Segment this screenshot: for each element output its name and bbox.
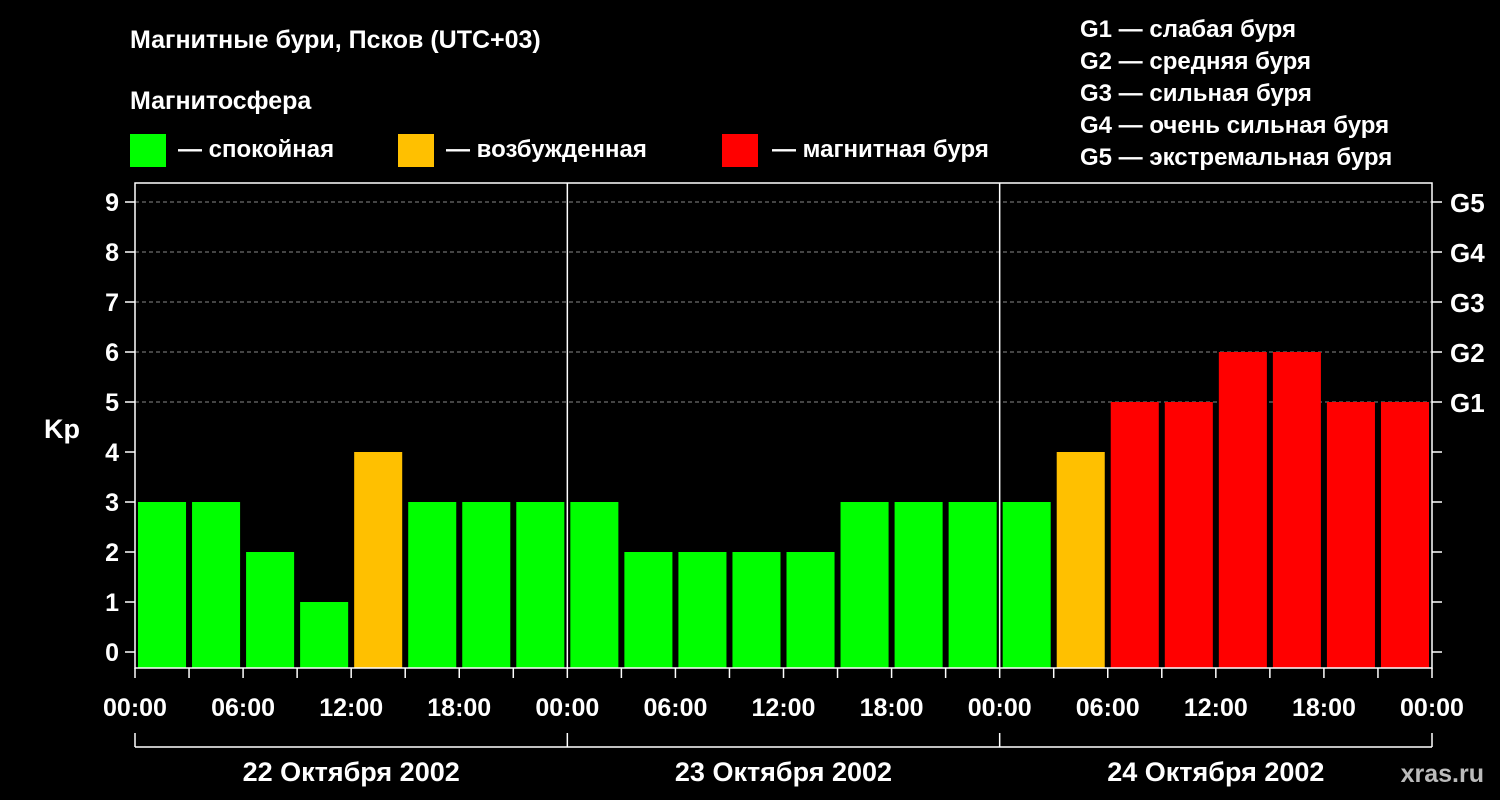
x-tick-label-11: 12:00	[1184, 694, 1248, 722]
x-tick-label-1: 00:00	[103, 694, 167, 722]
y-tick-label-4: 4	[105, 439, 119, 467]
g-tick-label-3: G3	[1450, 288, 1485, 318]
bar-15	[894, 502, 943, 668]
bar-5	[354, 452, 403, 668]
bar-20	[1164, 402, 1213, 668]
y-tick-label-8: 8	[105, 239, 119, 267]
x-tick-label-5: 00:00	[535, 694, 599, 722]
x-tick-label-2: 06:00	[211, 694, 275, 722]
g-tick-label-5: G5	[1450, 188, 1485, 218]
y-tick-label-3: 3	[105, 489, 119, 517]
bar-21	[1218, 352, 1267, 668]
y-tick-label-5: 5	[105, 389, 119, 417]
bar-18	[1056, 452, 1105, 668]
x-tick-label-9: 00:00	[968, 694, 1032, 722]
bar-1	[138, 502, 187, 668]
day-label-3: 24 Октября 2002	[1107, 757, 1324, 787]
bar-10	[624, 552, 673, 668]
bar-16	[948, 502, 997, 668]
watermark: xras.ru	[1401, 760, 1484, 788]
bar-14	[840, 502, 889, 668]
y-tick-label-0: 0	[105, 639, 119, 667]
y-tick-label-2: 2	[105, 539, 119, 567]
y-tick-label-6: 6	[105, 339, 119, 367]
x-tick-label-7: 12:00	[752, 694, 816, 722]
x-tick-label-10: 06:00	[1076, 694, 1140, 722]
bar-13	[786, 552, 835, 668]
day-label-2: 23 Октября 2002	[675, 757, 892, 787]
g-tick-label-1: G1	[1450, 388, 1485, 418]
y-axis-label: Kp	[44, 414, 80, 444]
y-tick-label-1: 1	[105, 589, 119, 617]
x-tick-label-4: 18:00	[427, 694, 491, 722]
bar-12	[732, 552, 781, 668]
bar-17	[1002, 502, 1051, 668]
kp-bar-chart: 0 1 2 3 4 5 6 7 8 9 G1 G2 G3 G4 G5 00:00 06:00 12:00 18:00…	[44, 182, 1485, 788]
bar-2	[192, 502, 241, 668]
bar-19	[1110, 402, 1159, 668]
bar-8	[516, 502, 565, 668]
x-tick-label-8: 18:00	[860, 694, 924, 722]
x-tick-label-6: 06:00	[643, 694, 707, 722]
bar-6	[408, 502, 457, 668]
g-tick-label-4: G4	[1450, 238, 1485, 268]
bar-3	[246, 552, 295, 668]
bar-7	[462, 502, 511, 668]
x-tick-label-12: 18:00	[1292, 694, 1356, 722]
y-tick-label-9: 9	[105, 189, 119, 217]
x-tick-label-13: 00:00	[1400, 694, 1464, 722]
bar-9	[570, 502, 619, 668]
bar-24	[1380, 402, 1429, 668]
bars	[138, 352, 1429, 668]
y-tick-label-7: 7	[105, 289, 119, 317]
bar-22	[1272, 352, 1321, 668]
bar-23	[1326, 402, 1375, 668]
bar-4	[300, 602, 349, 668]
day-label-1: 22 Октября 2002	[243, 757, 460, 787]
x-tick-label-3: 12:00	[319, 694, 383, 722]
bar-11	[678, 552, 727, 668]
g-tick-label-2: G2	[1450, 338, 1485, 368]
